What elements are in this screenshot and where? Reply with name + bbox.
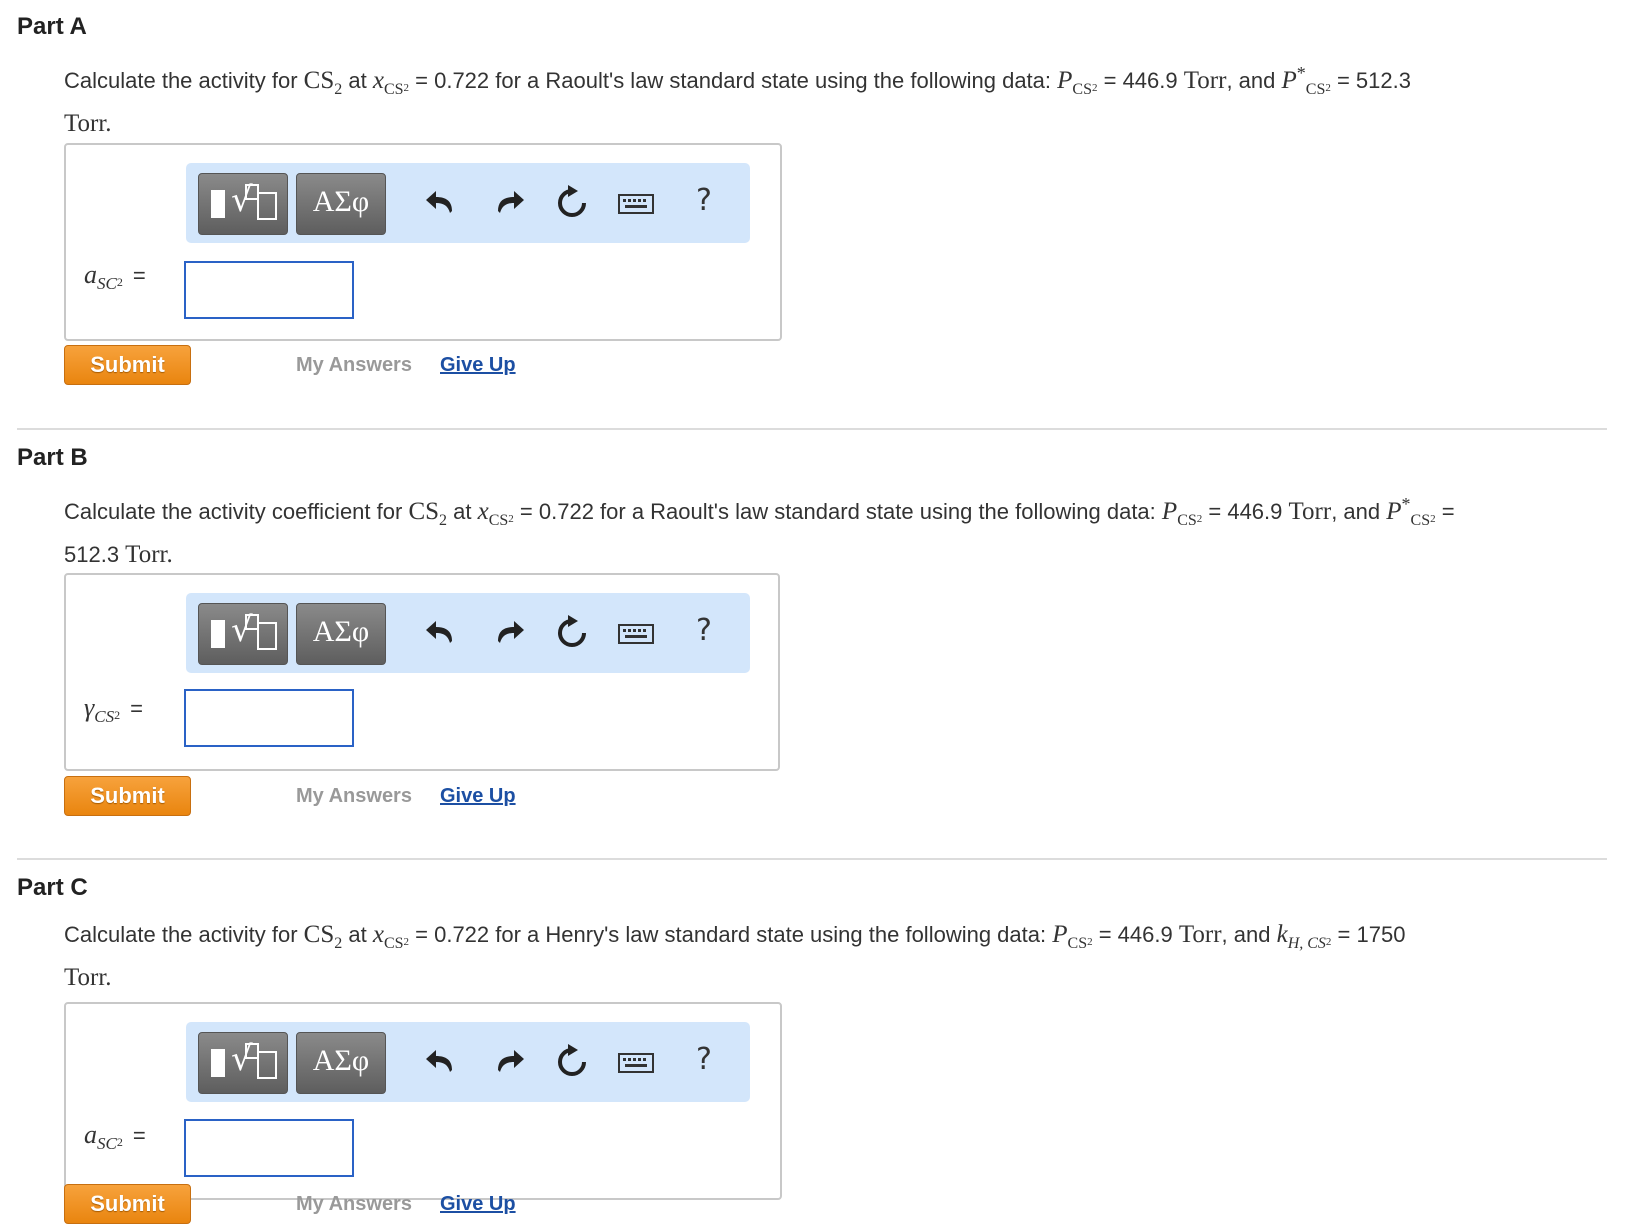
my-answers-link[interactable]: My Answers <box>296 785 412 808</box>
undo-icon[interactable] <box>422 613 462 653</box>
math-toolbar: √ ΑΣφ ? <box>186 593 750 673</box>
reset-icon[interactable] <box>552 613 592 653</box>
answer-input[interactable] <box>184 689 354 747</box>
template-box-icon <box>257 1051 277 1079</box>
keyboard-icon[interactable] <box>616 183 656 223</box>
greek-symbols-button[interactable]: ΑΣφ <box>296 1032 386 1094</box>
give-up-link[interactable]: Give Up <box>440 785 516 808</box>
help-button[interactable]: ? <box>696 613 712 648</box>
redo-icon[interactable] <box>488 613 528 653</box>
templates-button[interactable]: √ <box>198 173 288 235</box>
template-block-icon <box>211 620 225 648</box>
part-title: Part A <box>17 13 87 40</box>
template-box-icon <box>257 192 277 220</box>
variable-label: γCS2 = <box>84 693 143 726</box>
reset-icon[interactable] <box>552 1042 592 1082</box>
keyboard-icon[interactable] <box>616 1042 656 1082</box>
templates-button[interactable]: √ <box>198 1032 288 1094</box>
my-answers-link[interactable]: My Answers <box>296 354 412 377</box>
variable-label: aSC2 = <box>84 260 146 293</box>
template-box-icon <box>257 622 277 650</box>
answer-box: √ ΑΣφ ? aSC2 = <box>64 1002 782 1200</box>
redo-icon[interactable] <box>488 183 528 223</box>
submit-button[interactable]: Submit <box>64 1184 191 1224</box>
part-title: Part C <box>17 874 88 901</box>
answer-input[interactable] <box>184 1119 354 1177</box>
undo-icon[interactable] <box>422 1042 462 1082</box>
math-toolbar: √ ΑΣφ ? <box>186 1022 750 1102</box>
greek-symbols-button[interactable]: ΑΣφ <box>296 603 386 665</box>
question-text: Calculate the activity for CS2 at xCS2 =… <box>64 63 1411 137</box>
question-text: Calculate the activity for CS2 at xCS2 =… <box>64 921 1406 991</box>
redo-icon[interactable] <box>488 1042 528 1082</box>
give-up-link[interactable]: Give Up <box>440 1193 516 1216</box>
square-root-icon: √ <box>231 610 253 650</box>
keyboard-icon[interactable] <box>616 613 656 653</box>
template-block-icon <box>211 1049 225 1077</box>
help-button[interactable]: ? <box>696 1042 712 1077</box>
part-title: Part B <box>17 444 88 471</box>
divider <box>17 428 1607 430</box>
give-up-link[interactable]: Give Up <box>440 354 516 377</box>
answer-box: √ ΑΣφ ? aSC2 = <box>64 143 782 341</box>
square-root-icon: √ <box>231 1039 253 1079</box>
submit-button[interactable]: Submit <box>64 345 191 385</box>
reset-icon[interactable] <box>552 183 592 223</box>
my-answers-link[interactable]: My Answers <box>296 1193 412 1216</box>
templates-button[interactable]: √ <box>198 603 288 665</box>
answer-box: √ ΑΣφ ? γCS2 = <box>64 573 780 771</box>
submit-button[interactable]: Submit <box>64 776 191 816</box>
greek-symbols-button[interactable]: ΑΣφ <box>296 173 386 235</box>
square-root-icon: √ <box>231 180 253 220</box>
answer-input[interactable] <box>184 261 354 319</box>
template-block-icon <box>211 190 225 218</box>
undo-icon[interactable] <box>422 183 462 223</box>
math-toolbar: √ ΑΣφ ? <box>186 163 750 243</box>
variable-label: aSC2 = <box>84 1120 146 1153</box>
divider <box>17 858 1607 860</box>
help-button[interactable]: ? <box>696 183 712 218</box>
question-text: Calculate the activity coefficient for C… <box>64 494 1455 568</box>
